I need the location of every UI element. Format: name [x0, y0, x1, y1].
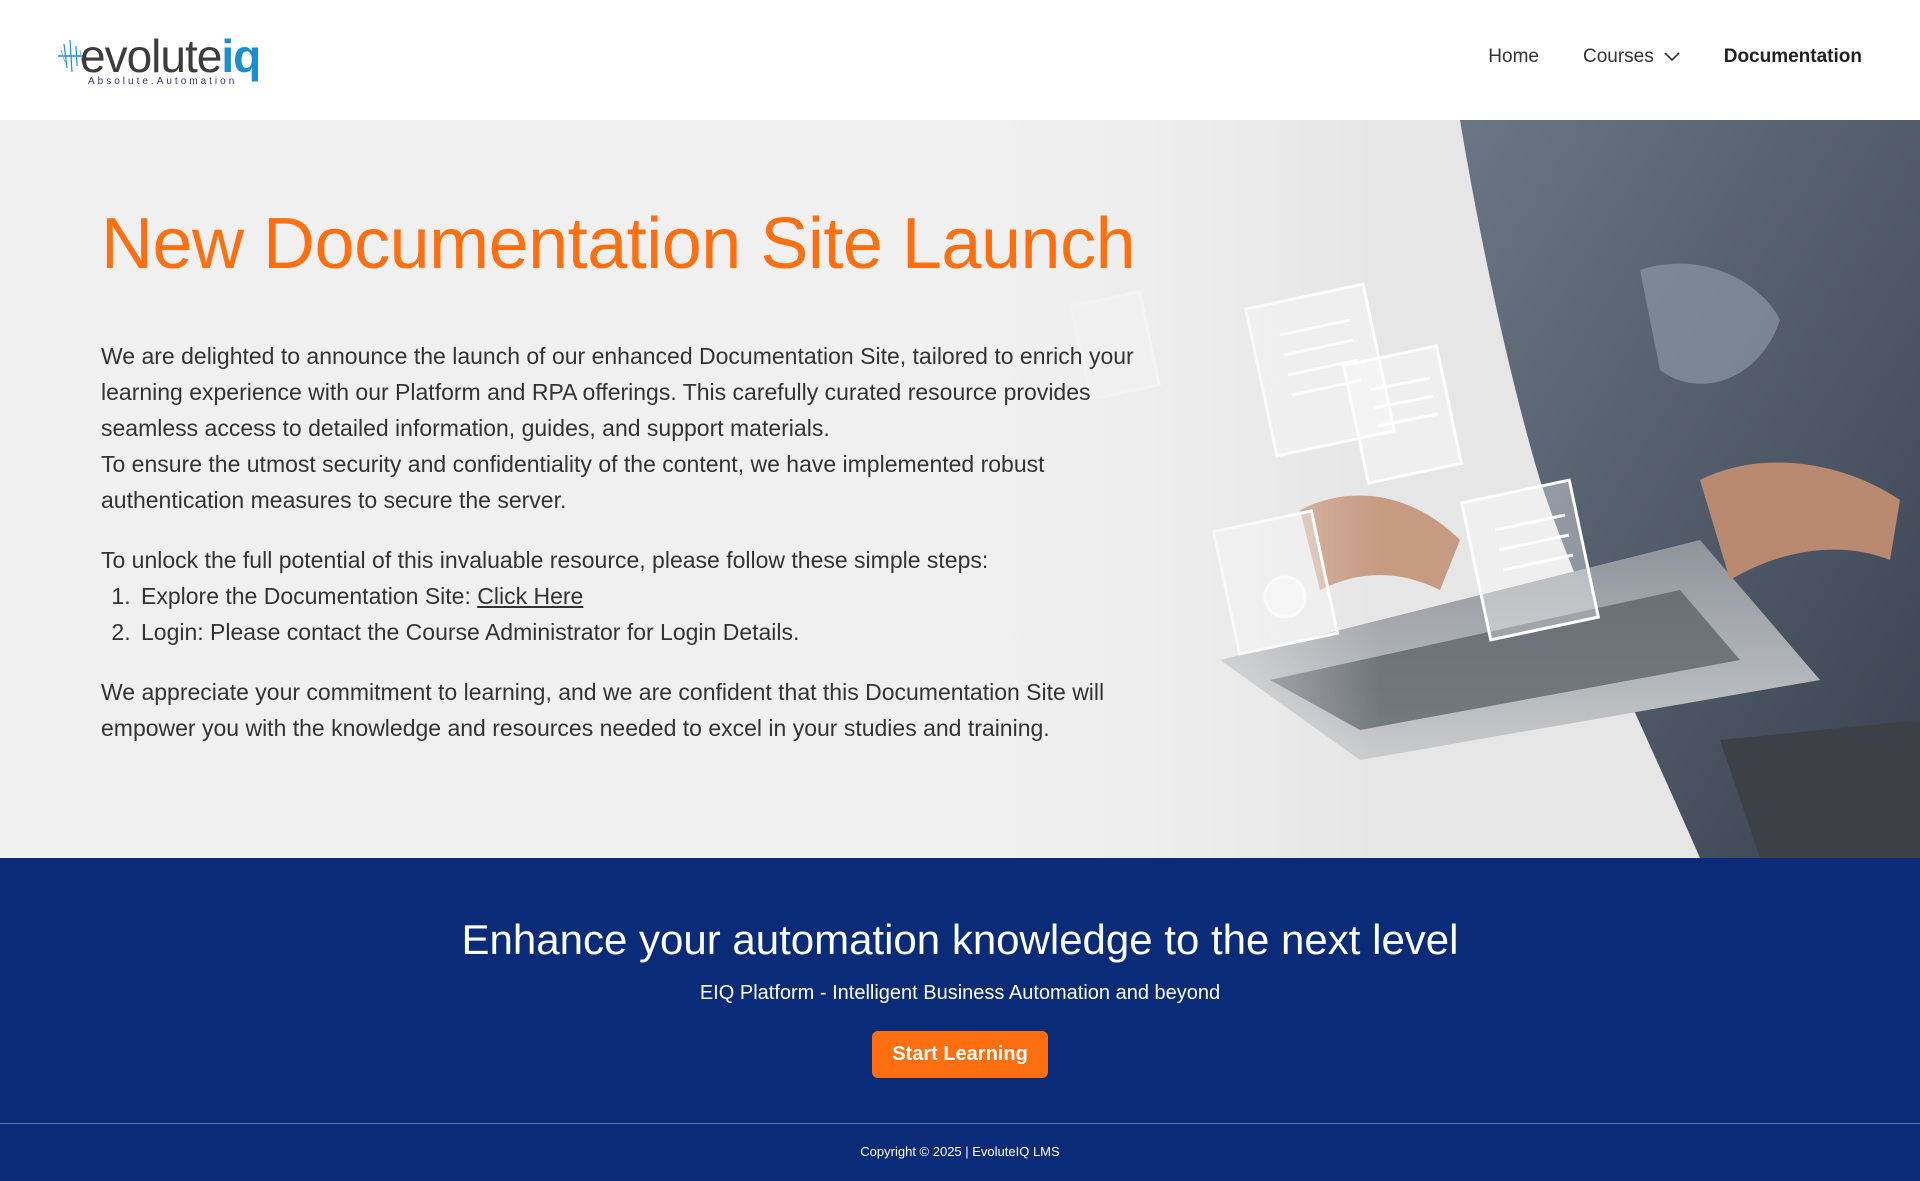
site-footer: Copyright © 2025 | EvoluteIQ LMS [0, 1123, 1920, 1181]
nav-documentation[interactable]: Documentation [1724, 46, 1862, 68]
click-here-link[interactable]: Click Here [477, 583, 583, 609]
hero-content: New Documentation Site Launch We are del… [101, 200, 1141, 770]
chevron-down-icon [1664, 52, 1680, 62]
band-subtitle: EIQ Platform - Intelligent Business Auto… [699, 982, 1221, 1004]
logo-tagline: Absolute.Automation [88, 76, 238, 87]
start-learning-button[interactable]: Start Learning [872, 1031, 1048, 1078]
security-line: To ensure the utmost security and confid… [101, 451, 1045, 513]
evoluteiq-logo[interactable]: evoluteiq Absolute.Automation [56, 28, 266, 92]
list-item: Explore the Documentation Site: Click He… [137, 578, 1141, 614]
intro-paragraph: We are delighted to announce the launch … [101, 338, 1141, 518]
list-item: Login: Please contact the Course Adminis… [137, 614, 1141, 650]
closing-paragraph: We appreciate your commitment to learnin… [101, 679, 1105, 741]
copyright-text: Copyright © 2025 | EvoluteIQ LMS [860, 1144, 1060, 1159]
intro-line: We are delighted to announce the launch … [101, 343, 1134, 441]
nav-courses[interactable]: Courses [1583, 46, 1680, 68]
steps-block: To unlock the full potential of this inv… [101, 542, 1141, 650]
band-title: Enhance your automation knowledge to the… [461, 916, 1459, 963]
main-nav: Home Courses Documentation [1444, 46, 1862, 68]
site-header: evoluteiq Absolute.Automation Home Cours… [0, 0, 1920, 120]
hero-section: New Documentation Site Launch We are del… [0, 120, 1920, 858]
steps-list: Explore the Documentation Site: Click He… [101, 578, 1141, 650]
steps-intro: To unlock the full potential of this inv… [101, 547, 989, 573]
nav-home[interactable]: Home [1488, 46, 1539, 68]
cta-band: Enhance your automation knowledge to the… [0, 858, 1920, 1123]
page-title: New Documentation Site Launch [101, 204, 1136, 284]
